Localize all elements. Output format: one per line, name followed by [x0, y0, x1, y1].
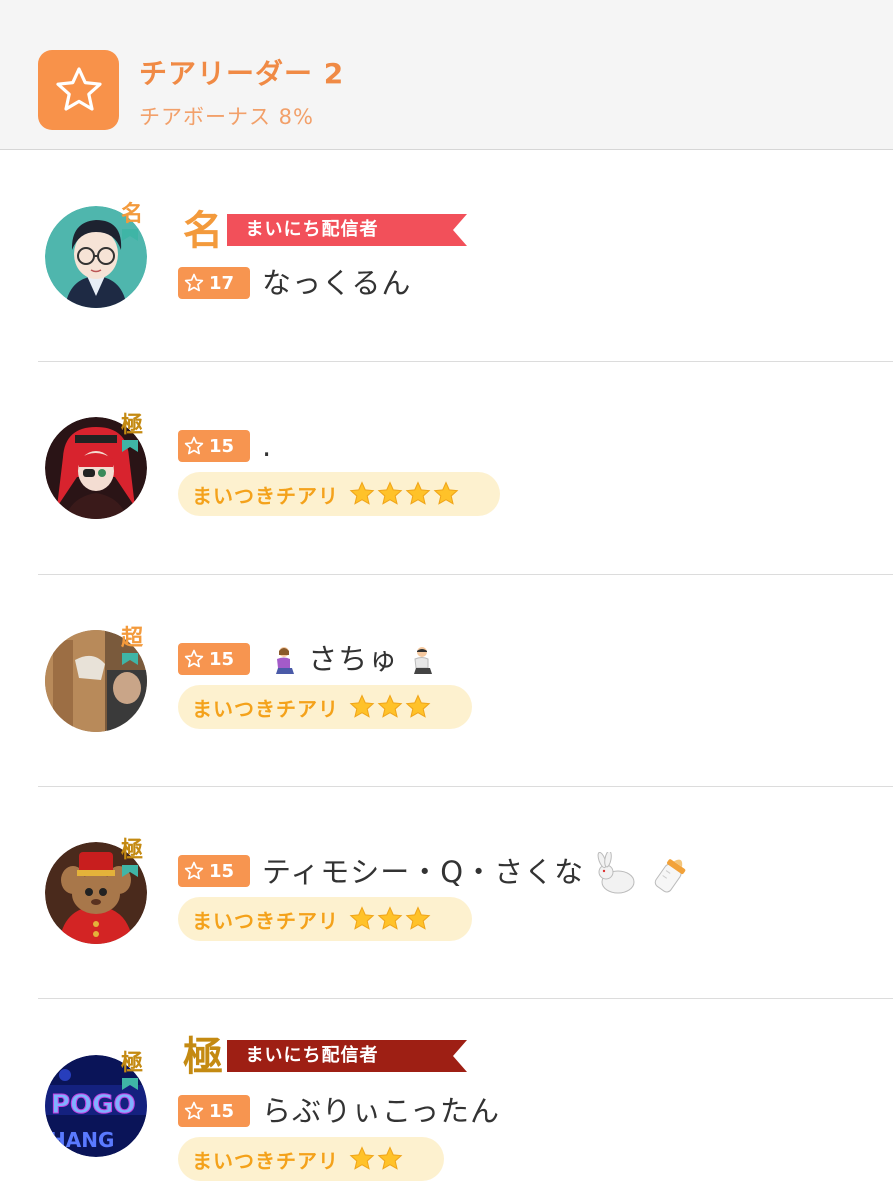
ribbon-icon: [122, 653, 138, 665]
star-filled-icon: [377, 1146, 403, 1170]
list-item[interactable]: 名 名 まいにち配信者 17 なっくるん: [0, 151, 893, 363]
header-title: チアリーダー 2: [139, 57, 345, 90]
user-name-text: ティモシー・Q・さくな: [262, 855, 585, 889]
star-filled-icon: [349, 481, 375, 505]
cheer-stars: [349, 694, 433, 720]
star-outline-icon: [184, 1101, 204, 1120]
star-filled-icon: [405, 694, 431, 718]
cheer-label: まいつきチアリ: [192, 908, 339, 933]
user-name[interactable]: なっくるん: [262, 266, 411, 300]
star-outline-icon: [184, 436, 204, 455]
cheer-label: まいつきチアリ: [192, 483, 339, 508]
level-value: 15: [209, 860, 235, 882]
star-filled-icon: [377, 481, 403, 505]
list-item[interactable]: POGO HANG 極 極 まいにち配信者 15 らぶりぃこったん まいつきチア…: [0, 999, 893, 1200]
star-filled-icon: [349, 1146, 375, 1170]
star-filled-icon: [377, 694, 403, 718]
cheer-stars: [349, 906, 433, 932]
list-item[interactable]: 極 15 . まいつきチアリ: [0, 362, 893, 574]
kneeling-woman-icon: [276, 647, 294, 674]
user-name[interactable]: .: [262, 429, 272, 463]
star-icon: [38, 50, 119, 130]
monthly-cheer-badge: まいつきチアリ: [178, 1137, 444, 1181]
baby-bottle-icon: [654, 859, 685, 893]
level-badge: 15: [178, 643, 250, 675]
ribbon-icon: [122, 440, 138, 452]
banner-label: まいにち配信者: [245, 1045, 379, 1066]
banner-label: まいにち配信者: [245, 219, 379, 240]
star-outline-icon: [184, 273, 204, 292]
level-value: 15: [209, 1100, 235, 1122]
level-badge: 17: [178, 267, 250, 299]
kneeling-man-icon: [414, 647, 433, 674]
ribbon-icon: [122, 1078, 138, 1090]
user-name-text: さちゅ: [308, 642, 399, 676]
star-filled-icon: [377, 906, 403, 930]
list-item[interactable]: 超 15 さちゅ まいつきチアリ: [0, 575, 893, 787]
ribbon-icon: [122, 229, 138, 241]
user-name[interactable]: さちゅ: [270, 642, 436, 676]
list-item[interactable]: 極 15 ティモシー・Q・さくな まいつきチアリ: [0, 787, 893, 999]
svg-text:HANG: HANG: [49, 1128, 114, 1152]
level-badge: 15: [178, 855, 250, 887]
cheerleader-header: チアリーダー 2 チアボーナス 8%: [0, 0, 893, 150]
level-badge: 15: [178, 1095, 250, 1127]
monthly-cheer-badge: まいつきチアリ: [178, 685, 472, 729]
svg-text:POGO: POGO: [51, 1090, 136, 1120]
cheer-bonus-text: チアボーナス 8%: [139, 105, 314, 129]
level-value: 17: [209, 272, 235, 294]
star-filled-icon: [349, 906, 375, 930]
cheer-stars: [349, 481, 461, 507]
ribbon-icon: [122, 865, 138, 877]
level-badge: 15: [178, 430, 250, 462]
monthly-cheer-badge: まいつきチアリ: [178, 897, 472, 941]
user-name[interactable]: らぶりぃこったん: [262, 1094, 500, 1128]
star-outline-icon: [184, 649, 204, 668]
star-filled-icon: [433, 481, 459, 505]
cheer-label: まいつきチアリ: [192, 696, 339, 721]
star-filled-icon: [405, 481, 431, 505]
user-name[interactable]: ティモシー・Q・さくな: [262, 852, 693, 896]
star-outline-icon: [184, 861, 204, 880]
monthly-cheer-badge: まいつきチアリ: [178, 472, 500, 516]
star-filled-icon: [405, 906, 431, 930]
level-value: 15: [209, 435, 235, 457]
rabbit-icon: [597, 852, 635, 894]
cheer-label: まいつきチアリ: [192, 1148, 339, 1173]
level-value: 15: [209, 648, 235, 670]
star-filled-icon: [349, 694, 375, 718]
cheer-stars: [349, 1146, 405, 1172]
